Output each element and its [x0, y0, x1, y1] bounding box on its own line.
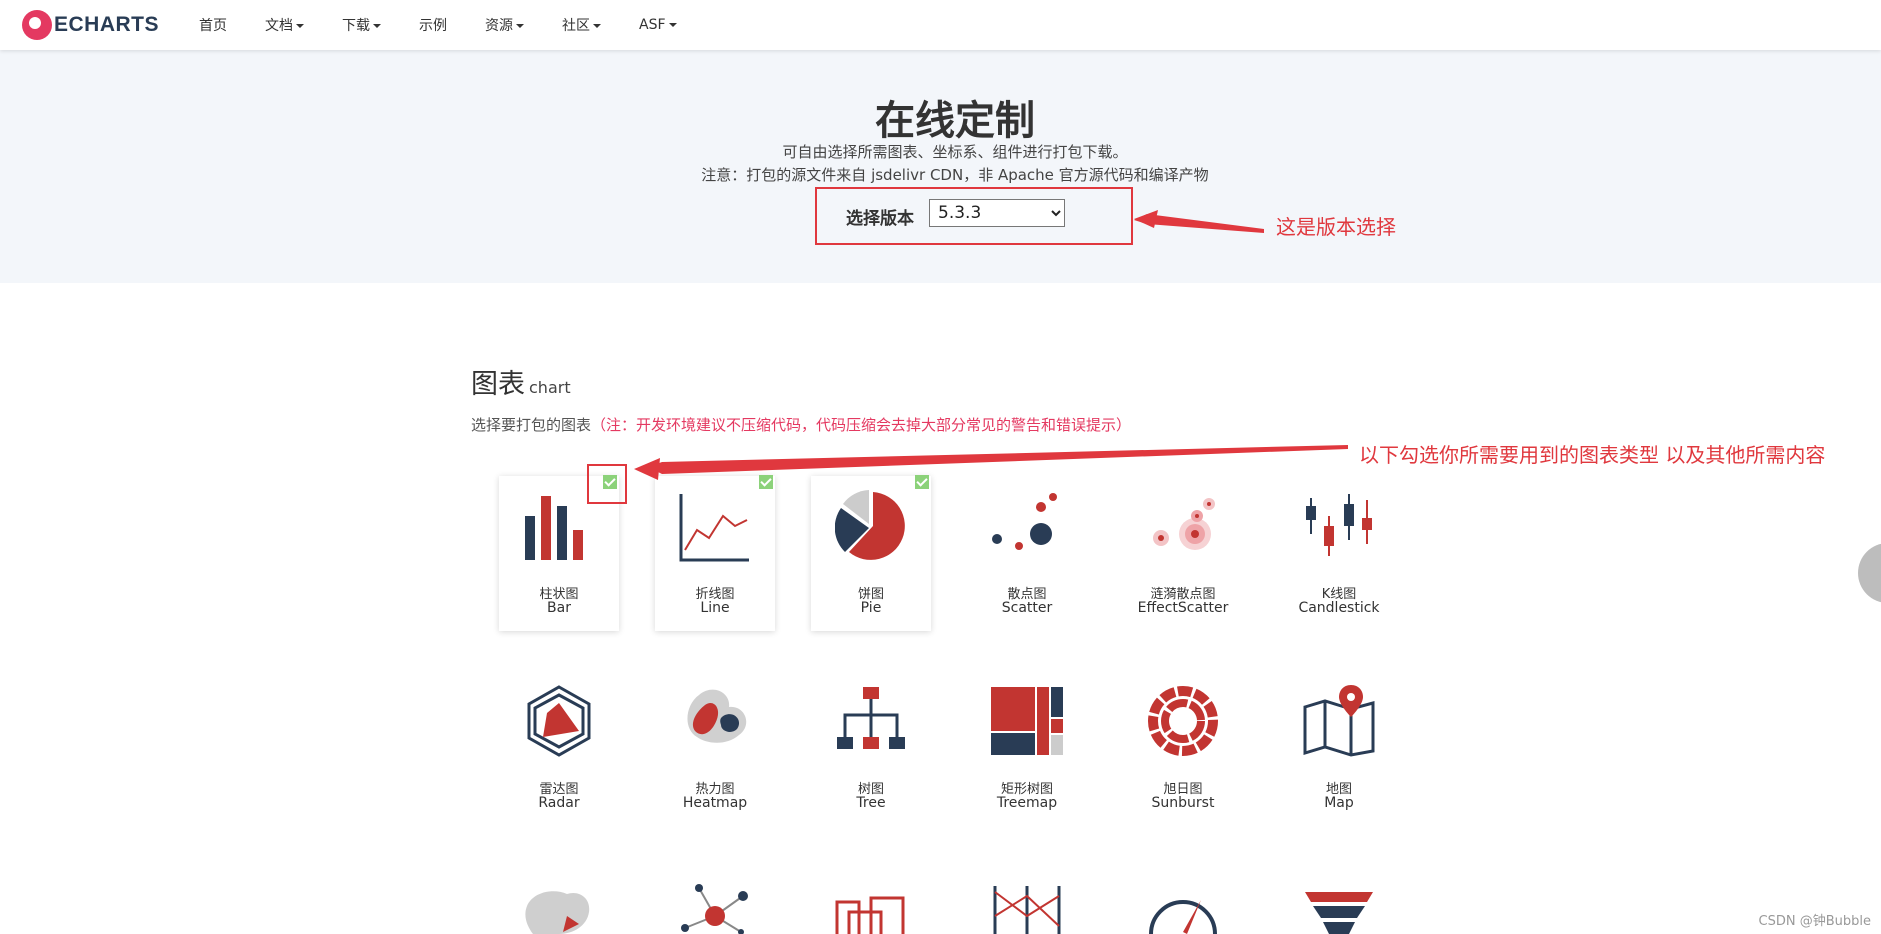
- nav-docs[interactable]: 文档: [265, 15, 304, 35]
- chart-option-candlestick[interactable]: K线图 Candlestick: [1279, 476, 1399, 631]
- chart-option-heatmap[interactable]: 热力图 Heatmap: [655, 671, 775, 826]
- checkbox-highlight-box: [587, 464, 627, 504]
- section-note: （注：开发环境建议不压缩代码，代码压缩会去掉大部分常见的警告和错误提示）: [591, 416, 1132, 434]
- chart-name-en: Treemap: [996, 795, 1058, 811]
- heatmap-icon: [687, 689, 747, 743]
- sankey-chart-icon[interactable]: [991, 886, 1063, 934]
- gauge-chart-icon[interactable]: [1147, 886, 1219, 934]
- chart-name-en: Radar: [538, 795, 580, 811]
- caret-down-icon: [516, 24, 524, 28]
- chart-name-en: Candlestick: [1298, 600, 1380, 616]
- chart-name-en: EffectScatter: [1137, 600, 1229, 616]
- caret-down-icon: [668, 23, 677, 27]
- nav-home[interactable]: 首页: [199, 15, 227, 35]
- header-notice: 注意：打包的源文件来自 jsdelivr CDN，非 Apache 官方源代码和…: [701, 166, 1209, 184]
- parallel-chart-icon[interactable]: [835, 892, 907, 934]
- charts-annotation: 以下勾选你所需要用到的图表类型 以及其他所需内容: [1359, 443, 1826, 467]
- page-title: 在线定制: [875, 98, 1035, 144]
- bar-chart-icon: [525, 496, 583, 560]
- caret-down-icon: [593, 24, 601, 28]
- version-label: 选择版本: [846, 209, 914, 229]
- candlestick-icon: [1306, 494, 1372, 556]
- chart-option-line[interactable]: 折线图 Line: [655, 475, 775, 631]
- chart-name-en: Map: [1324, 795, 1354, 811]
- side-scroll-button[interactable]: [1858, 543, 1881, 603]
- tree-chart-icon: [837, 687, 905, 749]
- funnel-chart-icon[interactable]: [1303, 890, 1375, 934]
- effect-scatter-icon: [1153, 498, 1215, 550]
- echarts-logo-icon: [22, 10, 52, 40]
- chart-name-en: Bar: [547, 600, 571, 616]
- chart-name-en: Pie: [860, 600, 882, 616]
- geo-map-icon[interactable]: [523, 886, 595, 934]
- checkmark-icon: [759, 475, 773, 489]
- nav-community[interactable]: 社区: [562, 15, 601, 35]
- chart-name-en: Heatmap: [682, 795, 748, 811]
- chart-option-radar[interactable]: 雷达图 Radar: [499, 671, 619, 826]
- section-description: 选择要打包的图表（注：开发环境建议不压缩代码，代码压缩会去掉大部分常见的警告和错…: [471, 416, 1132, 434]
- chart-option-scatter[interactable]: 散点图 Scatter: [967, 476, 1087, 631]
- line-chart-icon: [679, 494, 749, 562]
- chart-option-tree[interactable]: 树图 Tree: [811, 671, 931, 826]
- top-navbar: ECHARTS 首页 文档 下载 示例 资源 社区 ASF: [0, 0, 1881, 50]
- version-annotation: 这是版本选择: [1276, 215, 1396, 239]
- caret-down-icon: [373, 24, 381, 28]
- nav-resources[interactable]: 资源: [485, 15, 524, 35]
- scatter-chart-icon: [992, 493, 1057, 550]
- chart-name-en: Tree: [856, 795, 886, 811]
- nav-examples[interactable]: 示例: [419, 15, 447, 35]
- graph-chart-icon[interactable]: [679, 882, 751, 934]
- radar-chart-icon: [527, 685, 591, 757]
- pie-chart-icon: [835, 490, 905, 560]
- nav-download[interactable]: 下载: [342, 15, 381, 35]
- chart-name-en: Line: [700, 600, 730, 616]
- chart-name-en: Scatter: [1001, 600, 1053, 616]
- sunburst-icon: [1148, 686, 1218, 756]
- brand-name: ECHARTS: [54, 13, 160, 36]
- treemap-icon: [991, 687, 1063, 755]
- nav-asf[interactable]: ASF: [639, 17, 677, 33]
- chart-option-map[interactable]: 地图 Map: [1279, 671, 1399, 826]
- section-title-en: chart: [529, 378, 571, 397]
- version-select[interactable]: 5.3.3: [929, 199, 1065, 227]
- chart-option-treemap[interactable]: 矩形树图 Treemap: [967, 671, 1087, 826]
- map-icon: [1303, 685, 1375, 757]
- charts-arrow: [648, 445, 1348, 474]
- section-title: 图表 chart: [471, 369, 571, 400]
- header-description: 可自由选择所需图表、坐标系、组件进行打包下载。: [782, 143, 1128, 161]
- chart-option-sunburst[interactable]: 旭日图 Sunburst: [1123, 671, 1243, 826]
- chart-option-pie[interactable]: 饼图 Pie: [811, 475, 931, 631]
- echarts-logo[interactable]: ECHARTS: [22, 9, 159, 41]
- checkmark-icon: [915, 475, 929, 489]
- chart-name-en: Sunburst: [1151, 795, 1215, 811]
- chart-option-effectscatter[interactable]: 涟漪散点图 EffectScatter: [1123, 476, 1243, 631]
- caret-down-icon: [296, 24, 304, 28]
- csdn-watermark: CSDN @钟Bubble: [1758, 914, 1871, 929]
